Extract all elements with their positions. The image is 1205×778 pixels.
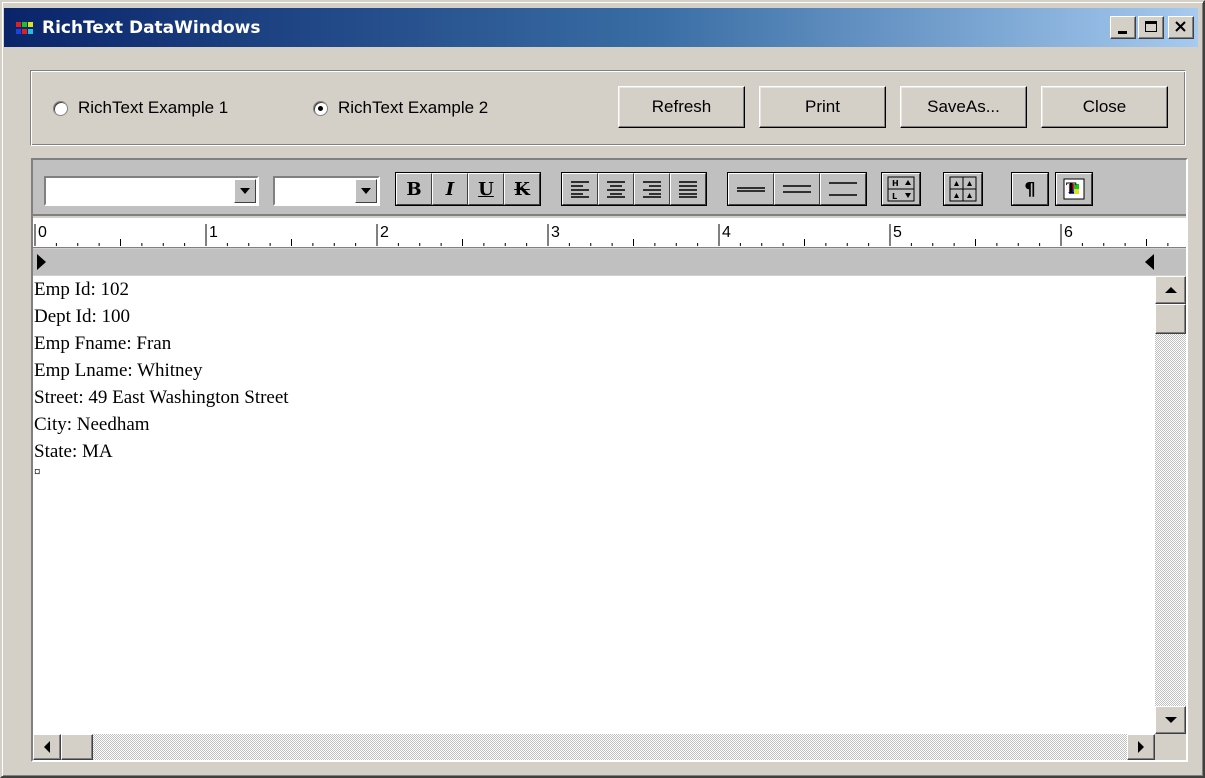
document-line: Dept Id: 100 xyxy=(34,306,131,327)
document-line: State: MA xyxy=(34,441,113,462)
svg-text:H: H xyxy=(892,179,899,188)
ruler-mark: 4 xyxy=(722,224,731,241)
align-justify-button[interactable] xyxy=(670,173,706,205)
underline-icon: U xyxy=(478,178,494,200)
arrow-right-icon xyxy=(1138,741,1144,753)
saveas-button[interactable]: SaveAs... xyxy=(900,86,1027,128)
align-center-icon xyxy=(607,181,625,198)
radio-circle-icon xyxy=(53,100,68,116)
double-spacing-icon xyxy=(829,182,857,196)
single-spacing-icon xyxy=(737,187,765,192)
strikeout-icon: K xyxy=(514,178,530,200)
one-half-spacing-icon xyxy=(783,185,811,193)
align-justify-icon xyxy=(679,181,697,198)
ruler[interactable]: 0 1 2 3 4 5 6 xyxy=(33,218,1186,248)
header-footer-icon: HL xyxy=(887,176,915,202)
font-style-group: B I U K xyxy=(395,172,541,206)
scroll-right-button[interactable] xyxy=(1127,734,1155,760)
right-indent-marker-icon[interactable] xyxy=(1143,252,1155,272)
radio-example-2[interactable]: RichText Example 2 xyxy=(313,98,488,118)
text-color-icon: T xyxy=(1063,178,1085,200)
scroll-left-button[interactable] xyxy=(33,734,61,760)
indent-bar xyxy=(33,249,1186,275)
horizontal-scroll-thumb[interactable] xyxy=(61,734,93,760)
header-footer-group: HL xyxy=(881,172,921,206)
color-group: T xyxy=(1055,172,1093,206)
document-line: Emp Id: 102 xyxy=(34,279,129,300)
input-fields-group xyxy=(943,172,983,206)
scrollbar-corner xyxy=(1155,734,1186,760)
vertical-scrollbar[interactable] xyxy=(1155,276,1186,734)
show-paragraph-button[interactable]: ¶ xyxy=(1012,173,1048,205)
arrow-up-icon xyxy=(1164,287,1177,293)
minimize-button[interactable] xyxy=(1110,16,1136,39)
italic-icon: I xyxy=(445,178,455,200)
left-indent-marker-icon[interactable] xyxy=(36,252,48,272)
chevron-down-icon xyxy=(361,188,371,194)
font-size-combo[interactable] xyxy=(273,176,380,206)
maximize-button[interactable] xyxy=(1138,16,1164,39)
refresh-button[interactable]: Refresh xyxy=(618,86,745,128)
ruler-ticks xyxy=(34,224,1169,246)
document-line: Street: 49 East Washington Street xyxy=(34,387,289,408)
bold-button[interactable]: B xyxy=(396,173,432,205)
svg-text:L: L xyxy=(892,192,897,201)
input-fields-icon xyxy=(949,176,977,202)
chevron-down-icon xyxy=(240,188,250,194)
alignment-group xyxy=(561,172,707,206)
horizontal-scrollbar[interactable] xyxy=(33,734,1155,760)
radio-example-1-label: RichText Example 1 xyxy=(78,98,229,117)
app-icon xyxy=(16,20,36,36)
close-button[interactable]: Close xyxy=(1041,86,1168,128)
font-size-dropdown[interactable] xyxy=(355,179,377,203)
double-spacing-button[interactable] xyxy=(820,173,866,205)
scroll-down-button[interactable] xyxy=(1155,706,1186,734)
maximize-icon xyxy=(1145,21,1157,32)
line-spacing-group xyxy=(727,172,867,206)
ruler-mark: 0 xyxy=(38,224,47,241)
header-footer-button[interactable]: HL xyxy=(882,173,920,205)
one-half-spacing-button[interactable] xyxy=(774,173,820,205)
ruler-mark: 6 xyxy=(1064,224,1073,241)
ruler-mark: 2 xyxy=(380,224,389,241)
underline-button[interactable]: U xyxy=(468,173,504,205)
radio-example-1[interactable]: RichText Example 1 xyxy=(53,98,228,118)
end-of-document-marker: ¤ xyxy=(34,464,41,479)
radio-example-2-label: RichText Example 2 xyxy=(338,98,489,117)
ruler-mark: 1 xyxy=(209,224,218,241)
print-button[interactable]: Print xyxy=(759,86,886,128)
close-icon xyxy=(1175,21,1186,32)
svg-text:T: T xyxy=(1066,181,1077,197)
align-center-button[interactable] xyxy=(598,173,634,205)
radio-selected-icon xyxy=(313,100,328,116)
font-name-dropdown[interactable] xyxy=(234,179,256,203)
window-title: RichText DataWindows xyxy=(42,17,261,38)
ruler-mark: 5 xyxy=(893,224,902,241)
single-spacing-button[interactable] xyxy=(728,173,774,205)
arrow-down-icon xyxy=(1164,717,1177,723)
italic-button[interactable]: I xyxy=(432,173,468,205)
minimize-icon xyxy=(1118,31,1127,34)
align-left-icon xyxy=(571,181,589,198)
vertical-scroll-thumb[interactable] xyxy=(1155,304,1186,334)
align-right-button[interactable] xyxy=(634,173,670,205)
document-line: City: Needham xyxy=(34,414,150,435)
scroll-up-button[interactable] xyxy=(1155,276,1186,304)
bold-icon: B xyxy=(406,178,422,200)
strikeout-button[interactable]: K xyxy=(504,173,540,205)
document-line: Emp Fname: Fran xyxy=(34,333,172,354)
document-body[interactable]: Emp Id: 102 Dept Id: 100 Emp Fname: Fran… xyxy=(33,276,1155,734)
ruler-mark: 3 xyxy=(551,224,560,241)
close-window-button[interactable] xyxy=(1168,16,1194,39)
align-right-icon xyxy=(643,181,661,198)
paragraph-group: ¶ xyxy=(1011,172,1049,206)
input-fields-button[interactable] xyxy=(944,173,982,205)
text-color-button[interactable]: T xyxy=(1056,173,1092,205)
title-bar[interactable]: RichText DataWindows xyxy=(4,8,1198,47)
paragraph-icon: ¶ xyxy=(1024,178,1036,200)
arrow-left-icon xyxy=(44,741,50,753)
align-left-button[interactable] xyxy=(562,173,598,205)
document-line: Emp Lname: Whitney xyxy=(34,360,203,381)
font-name-combo[interactable] xyxy=(44,176,259,206)
